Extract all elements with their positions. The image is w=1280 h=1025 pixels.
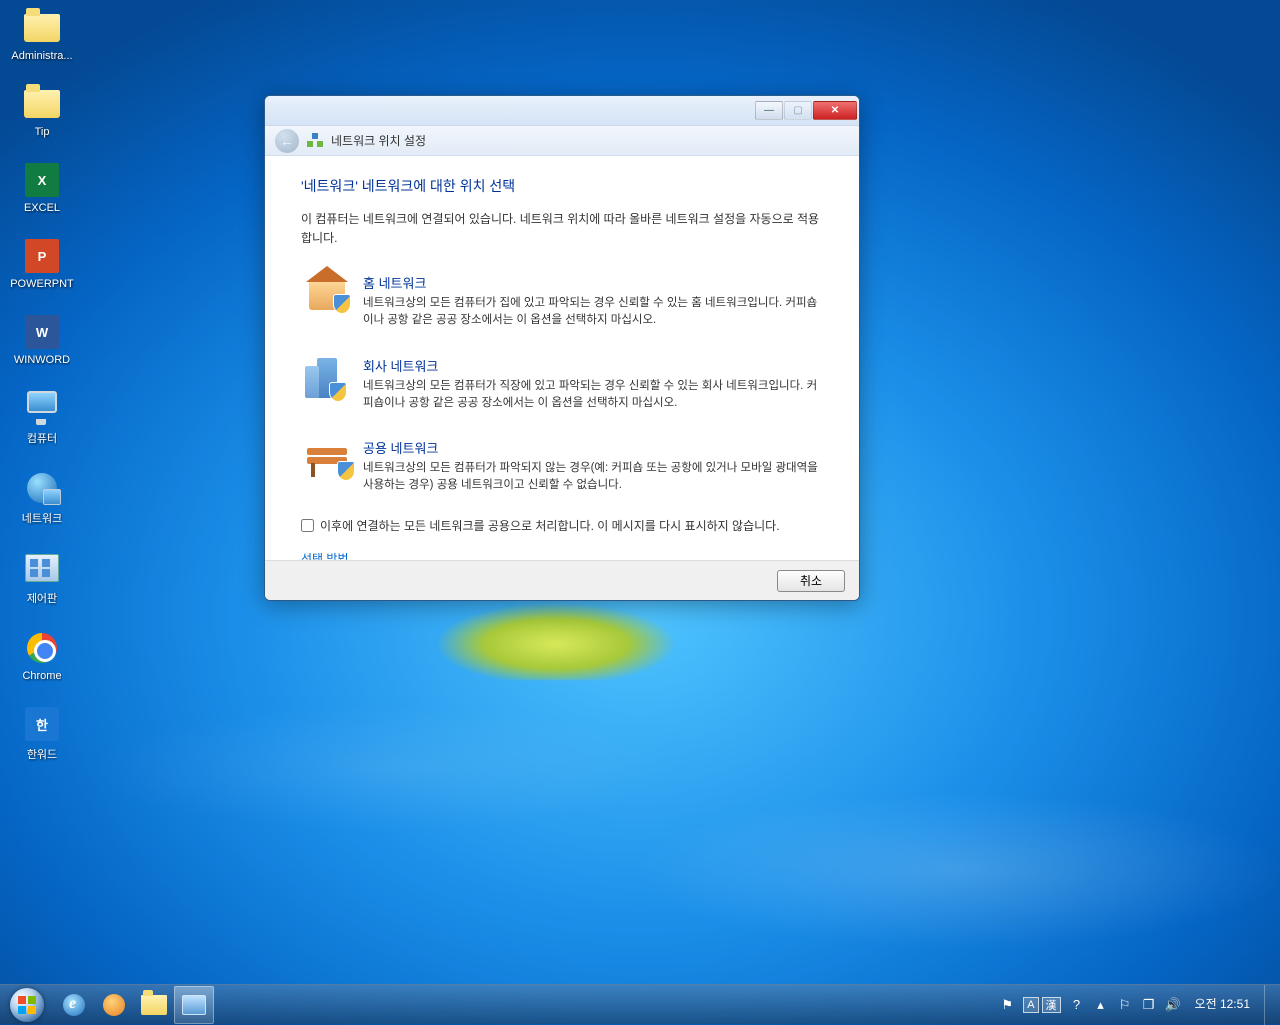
- checkbox-label: 이후에 연결하는 모든 네트워크를 공용으로 처리합니다. 이 메시지를 다시 …: [320, 517, 780, 534]
- explorer-icon: [141, 995, 167, 1015]
- desktop-icon-administrator[interactable]: Administra...: [8, 8, 76, 62]
- word-icon: W: [25, 315, 59, 349]
- computer-icon: [27, 391, 57, 413]
- option-title: 공용 네트워크: [363, 438, 819, 457]
- shield-icon: [333, 294, 351, 314]
- desktop-icon-computer[interactable]: 컴퓨터: [8, 388, 76, 446]
- back-button[interactable]: ←: [275, 129, 299, 153]
- network-icon: [27, 473, 57, 503]
- titlebar[interactable]: — ▢ ✕: [265, 96, 859, 126]
- chrome-icon: [27, 633, 57, 663]
- lang-mode-a[interactable]: A: [1023, 997, 1038, 1013]
- clock[interactable]: 오전 12:51: [1189, 998, 1256, 1011]
- minimize-button[interactable]: —: [755, 101, 783, 120]
- show-desktop-button[interactable]: [1264, 985, 1274, 1025]
- windows-orb-icon: [10, 988, 44, 1022]
- desktop-icon-network[interactable]: 네트워크: [8, 468, 76, 526]
- close-button[interactable]: ✕: [813, 101, 857, 120]
- action-center-icon[interactable]: ⚑: [999, 997, 1015, 1013]
- media-player-icon: [103, 994, 125, 1016]
- tray-volume-icon[interactable]: 🔊: [1165, 997, 1181, 1013]
- folder-icon: [24, 14, 60, 42]
- option-desc: 네트워크상의 모든 컴퓨터가 파악되지 않는 경우(예: 커피숍 또는 공항에 …: [363, 460, 819, 495]
- taskbar-network-dialog[interactable]: [174, 986, 214, 1024]
- home-icon: [309, 280, 345, 310]
- desktop-icon-hanword[interactable]: 한 한워드: [8, 704, 76, 762]
- option-desc: 네트워크상의 모든 컴퓨터가 집에 있고 파악되는 경우 신뢰할 수 있는 홈 …: [363, 295, 819, 330]
- desktop-icon-excel[interactable]: X EXCEL: [8, 160, 76, 214]
- help-icon[interactable]: ?: [1069, 997, 1085, 1013]
- desktop-icon-word[interactable]: W WINWORD: [8, 312, 76, 366]
- desktop-icon-chrome[interactable]: Chrome: [8, 628, 76, 682]
- option-home-network[interactable]: 홈 네트워크 네트워크상의 모든 컴퓨터가 집에 있고 파악되는 경우 신뢰할 …: [301, 265, 823, 338]
- language-bar[interactable]: A 漢: [1023, 997, 1060, 1013]
- option-public-network[interactable]: 공용 네트워크 네트워크상의 모든 컴퓨터가 파악되지 않는 경우(예: 커피숍…: [301, 430, 823, 503]
- system-tray: ⚑ A 漢 ? ▴ ⚐ ❐ 🔊 오전 12:51: [999, 985, 1280, 1025]
- network-window-icon: [182, 995, 206, 1015]
- folder-icon: [24, 90, 60, 118]
- start-button[interactable]: [0, 985, 54, 1025]
- dialog-heading: '네트워크' 네트워크에 대한 위치 선택: [301, 176, 823, 196]
- maximize-button: ▢: [784, 101, 812, 120]
- tray-flag-icon[interactable]: ⚐: [1117, 997, 1133, 1013]
- help-link[interactable]: 선택 방법: [301, 552, 349, 560]
- tray-network-icon[interactable]: ❐: [1141, 997, 1157, 1013]
- shield-icon: [329, 382, 347, 402]
- tray-caret-icon[interactable]: ▴: [1093, 997, 1109, 1013]
- option-work-network[interactable]: 회사 네트워크 네트워크상의 모든 컴퓨터가 직장에 있고 파악되는 경우 신뢰…: [301, 348, 823, 421]
- control-panel-icon: [25, 554, 59, 582]
- network-settings-icon: [307, 133, 323, 149]
- nav-row: ← 네트워크 위치 설정: [265, 126, 859, 156]
- option-title: 홈 네트워크: [363, 273, 819, 292]
- dialog-footer: 취소: [265, 560, 859, 600]
- desktop-icon-control-panel[interactable]: 제어판: [8, 548, 76, 606]
- dialog-intro: 이 컴퓨터는 네트워크에 연결되어 있습니다. 네트워크 위치에 따라 올바른 …: [301, 210, 823, 247]
- powerpoint-icon: P: [25, 239, 59, 273]
- taskbar-explorer[interactable]: [134, 986, 174, 1024]
- hanword-icon: 한: [25, 707, 59, 741]
- network-location-dialog: — ▢ ✕ ← 네트워크 위치 설정 '네트워크' 네트워크에 대한 위치 선택…: [264, 95, 860, 601]
- cancel-button[interactable]: 취소: [777, 570, 845, 592]
- lang-mode-han[interactable]: 漢: [1042, 997, 1061, 1013]
- treat-as-public-checkbox[interactable]: [301, 519, 314, 532]
- taskbar: ⚑ A 漢 ? ▴ ⚐ ❐ 🔊 오전 12:51: [0, 984, 1280, 1024]
- excel-icon: X: [25, 163, 59, 197]
- desktop-icon-tip[interactable]: Tip: [8, 84, 76, 138]
- desktop-icon-powerpoint[interactable]: P POWERPNT: [8, 236, 76, 290]
- shield-icon: [337, 461, 355, 481]
- option-desc: 네트워크상의 모든 컴퓨터가 직장에 있고 파악되는 경우 신뢰할 수 있는 회…: [363, 378, 819, 413]
- desktop-icons: Administra... Tip X EXCEL P POWERPNT W W…: [8, 8, 76, 762]
- taskbar-ie[interactable]: [54, 986, 94, 1024]
- window-title: 네트워크 위치 설정: [331, 132, 426, 149]
- option-title: 회사 네트워크: [363, 356, 819, 375]
- taskbar-media-player[interactable]: [94, 986, 134, 1024]
- dialog-content: '네트워크' 네트워크에 대한 위치 선택 이 컴퓨터는 네트워크에 연결되어 …: [265, 156, 859, 560]
- ie-icon: [63, 994, 85, 1016]
